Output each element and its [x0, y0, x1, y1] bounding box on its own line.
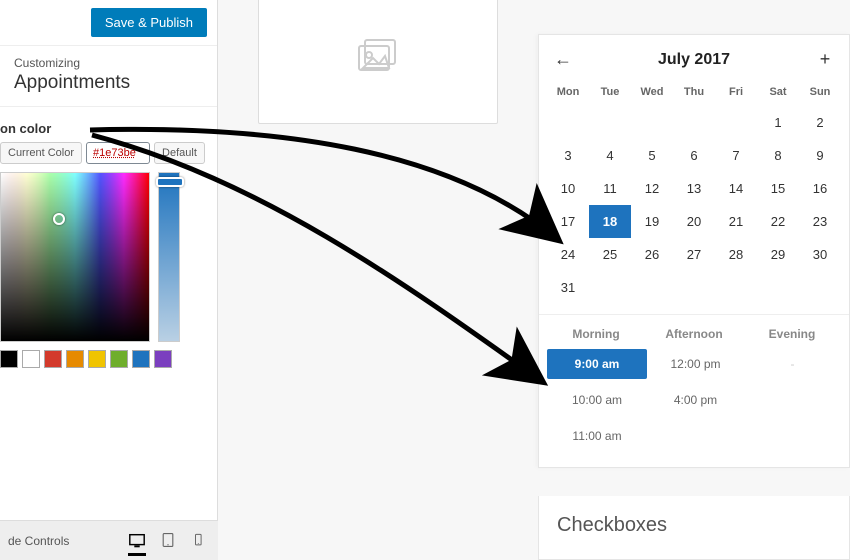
time-slot[interactable]: 9:00 am [547, 349, 647, 379]
calendar-dow: Tue [589, 82, 631, 106]
calendar-day[interactable]: 6 [673, 139, 715, 172]
calendar-day[interactable]: 12 [631, 172, 673, 205]
calendar-day[interactable]: 26 [631, 238, 673, 271]
time-slot[interactable]: 11:00 am [547, 421, 647, 451]
calendar-day[interactable]: 18 [589, 205, 631, 238]
time-slot [744, 421, 841, 451]
time-headers: MorningAfternoonEvening [547, 327, 841, 349]
current-color-button[interactable]: Current Color [0, 142, 82, 164]
time-slots: MorningAfternoonEvening 9:00 am12:00 pm-… [539, 314, 849, 467]
calendar-day[interactable]: 24 [547, 238, 589, 271]
calendar-widget: ← July 2017 + MonTueWedThuFriSatSun12345… [538, 34, 850, 468]
gallery-icon [353, 38, 403, 80]
calendar-day[interactable]: 23 [799, 205, 841, 238]
swatch[interactable] [88, 350, 106, 368]
time-slot[interactable]: 4:00 pm [647, 385, 744, 415]
time-slot: - [744, 349, 841, 379]
calendar-title: July 2017 [577, 51, 811, 69]
swatch[interactable] [132, 350, 150, 368]
hue-slider[interactable] [158, 172, 180, 342]
preview-pane: ← July 2017 + MonTueWedThuFriSatSun12345… [218, 0, 850, 560]
swatch[interactable] [0, 350, 18, 368]
calendar-day[interactable]: 20 [673, 205, 715, 238]
calendar-dow: Sat [757, 82, 799, 106]
calendar-prev-button[interactable]: ← [549, 49, 577, 70]
calendar-day[interactable]: 21 [715, 205, 757, 238]
calendar-day[interactable]: 15 [757, 172, 799, 205]
hex-input[interactable] [86, 142, 150, 164]
mobile-icon[interactable] [192, 532, 210, 550]
section-title: Appointments [0, 72, 217, 107]
hide-controls-label[interactable]: de Controls [8, 534, 69, 548]
calendar-day[interactable]: 25 [589, 238, 631, 271]
calendar-grid: MonTueWedThuFriSatSun1234567891011121314… [539, 82, 849, 314]
calendar-day[interactable]: 1 [757, 106, 799, 139]
customizer-sidebar: Save & Publish Customizing Appointments … [0, 0, 218, 560]
save-publish-button[interactable]: Save & Publish [91, 8, 207, 37]
swatch[interactable] [110, 350, 128, 368]
calendar-day[interactable]: 8 [757, 139, 799, 172]
calendar-day[interactable]: 13 [673, 172, 715, 205]
swatch[interactable] [22, 350, 40, 368]
calendar-day[interactable]: 9 [799, 139, 841, 172]
customizer-footer: de Controls [0, 520, 218, 560]
calendar-dow: Sun [799, 82, 841, 106]
color-swatches [0, 342, 217, 368]
time-period-header: Morning [547, 327, 645, 341]
color-control-label: on color [0, 107, 217, 142]
swatch[interactable] [66, 350, 84, 368]
color-input-row: Current Color Default [0, 142, 217, 172]
calendar-day[interactable]: 2 [799, 106, 841, 139]
calendar-day[interactable]: 16 [799, 172, 841, 205]
calendar-day[interactable]: 3 [547, 139, 589, 172]
calendar-day[interactable]: 14 [715, 172, 757, 205]
next-section-title: Checkboxes [538, 496, 850, 560]
time-slot[interactable]: 10:00 am [547, 385, 647, 415]
swatch[interactable] [44, 350, 62, 368]
calendar-day[interactable]: 5 [631, 139, 673, 172]
calendar-day[interactable]: 19 [631, 205, 673, 238]
satval-handle[interactable] [53, 213, 65, 225]
calendar-dow: Mon [547, 82, 589, 106]
calendar-next-button[interactable]: + [811, 49, 839, 70]
time-period-header: Afternoon [645, 327, 743, 341]
calendar-day[interactable]: 4 [589, 139, 631, 172]
calendar-day[interactable]: 7 [715, 139, 757, 172]
time-slot[interactable]: 12:00 pm [647, 349, 744, 379]
calendar-day[interactable]: 31 [547, 271, 589, 304]
calendar-header: ← July 2017 + [539, 35, 849, 82]
default-color-button[interactable]: Default [154, 142, 205, 164]
publish-row: Save & Publish [0, 0, 217, 46]
desktop-icon[interactable] [128, 532, 146, 550]
calendar-day[interactable]: 10 [547, 172, 589, 205]
calendar-day[interactable]: 22 [757, 205, 799, 238]
breadcrumb: Customizing [0, 46, 217, 72]
saturation-value-area[interactable] [0, 172, 150, 342]
swatch[interactable] [154, 350, 172, 368]
calendar-dow: Thu [673, 82, 715, 106]
time-period-header: Evening [743, 327, 841, 341]
color-picker [0, 172, 217, 342]
calendar-day[interactable]: 17 [547, 205, 589, 238]
calendar-dow: Fri [715, 82, 757, 106]
device-preview-icons [128, 532, 210, 550]
calendar-dow: Wed [631, 82, 673, 106]
calendar-day[interactable]: 11 [589, 172, 631, 205]
time-slot [647, 421, 744, 451]
calendar-day[interactable]: 27 [673, 238, 715, 271]
calendar-day[interactable]: 28 [715, 238, 757, 271]
tablet-icon[interactable] [160, 532, 178, 550]
calendar-day[interactable]: 29 [757, 238, 799, 271]
time-slot [744, 385, 841, 415]
calendar-day[interactable]: 30 [799, 238, 841, 271]
time-grid: 9:00 am12:00 pm- 10:00 am4:00 pm11:00 am [547, 349, 841, 451]
image-placeholder [258, 0, 498, 124]
hue-handle[interactable] [156, 177, 184, 187]
